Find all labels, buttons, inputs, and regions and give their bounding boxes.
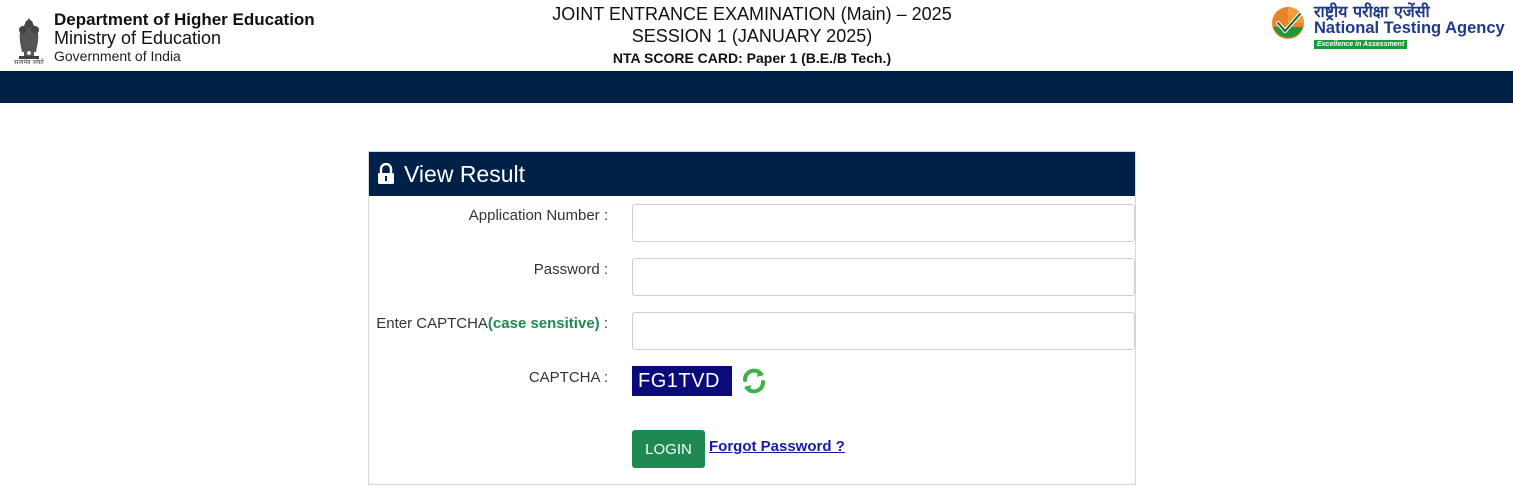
application-number-row: Application Number : [369, 204, 1135, 242]
captcha-row: CAPTCHA : FG1TVD [369, 366, 1135, 404]
password-input[interactable] [632, 258, 1135, 296]
password-label: Password : [533, 261, 608, 278]
ministry-name: Ministry of Education [54, 28, 222, 48]
actions-row: LOGIN Forgot Password ? [369, 430, 1135, 468]
case-sensitive-hint: (case sensitive) [487, 315, 600, 332]
emblem-caption: सत्यमेव जयते [14, 59, 44, 66]
exam-title: JOINT ENTRANCE EXAMINATION (Main) – 2025 [552, 4, 952, 24]
department-block: Department of Higher Education Ministry … [54, 10, 315, 64]
nav-bar [0, 71, 1513, 103]
lock-icon [378, 163, 394, 184]
nta-tagline: Excellence in Assessment [1314, 40, 1408, 49]
government-name: Government of India [54, 48, 181, 64]
captcha-input-label-text: Enter CAPTCHA [376, 315, 488, 332]
captcha-image: FG1TVD [632, 366, 732, 396]
login-button[interactable]: LOGIN [632, 430, 705, 468]
captcha-input-label: Enter CAPTCHA(case sensitive) : [376, 315, 608, 332]
login-panel: View Result Application Number : Passwor… [368, 151, 1136, 485]
panel-header: View Result [369, 152, 1135, 196]
exam-session: SESSION 1 (JANUARY 2025) [631, 26, 873, 46]
application-number-label: Application Number : [468, 207, 608, 224]
password-row: Password : [369, 258, 1135, 296]
forgot-password-link[interactable]: Forgot Password ? [709, 438, 845, 455]
department-name: Department of Higher Education [54, 10, 315, 29]
captcha-input-label-colon: : [599, 315, 608, 332]
application-number-input[interactable] [632, 204, 1135, 242]
score-card-title: NTA SCORE CARD: Paper 1 (B.E./B Tech.) [612, 50, 892, 66]
site-header: सत्यमेव जयते Department of Higher Educat… [0, 0, 1513, 71]
nta-logo-icon [1272, 7, 1304, 39]
refresh-captcha-icon[interactable] [739, 366, 769, 396]
captcha-input-row: Enter CAPTCHA(case sensitive) : [369, 312, 1135, 350]
captcha-label: CAPTCHA : [528, 369, 608, 386]
nta-english-name: National Testing Agency [1314, 19, 1505, 37]
exam-title-block: JOINT ENTRANCE EXAMINATION (Main) – 2025… [500, 3, 1004, 69]
captcha-input[interactable] [632, 312, 1135, 350]
panel-title: View Result [404, 160, 526, 187]
